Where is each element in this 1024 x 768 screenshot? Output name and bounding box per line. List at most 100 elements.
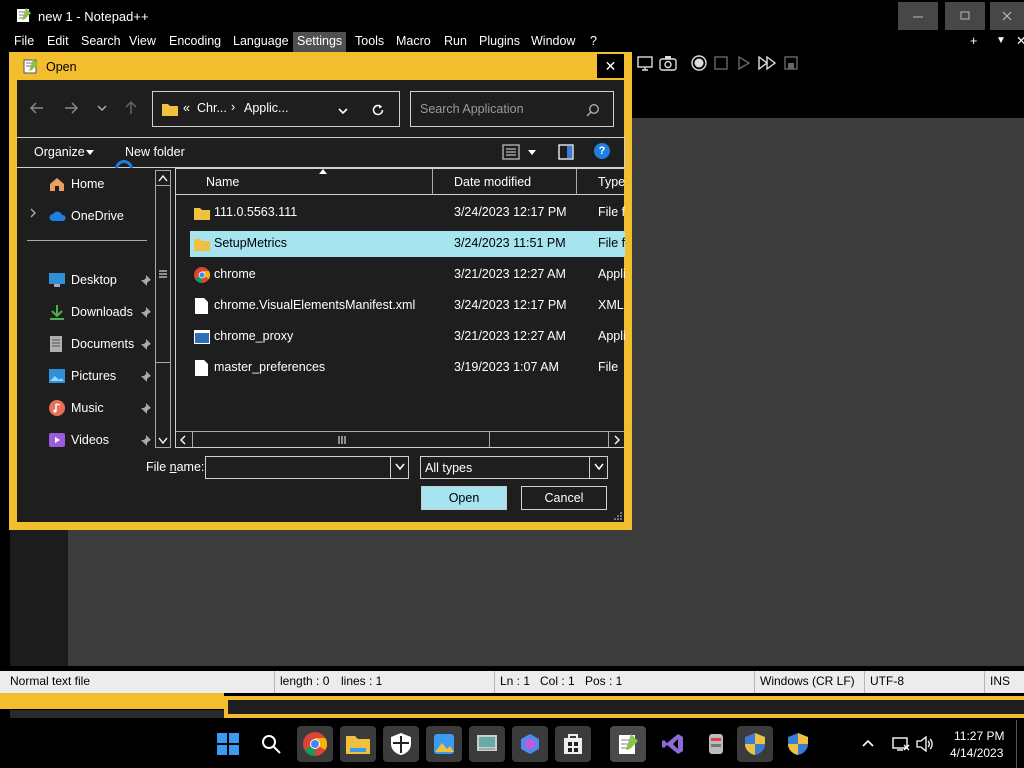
monitor-icon[interactable]	[636, 54, 654, 72]
expand-chevron-icon[interactable]	[29, 208, 37, 218]
menu-edit[interactable]: Edit	[43, 32, 73, 52]
nav-scrollbar[interactable]	[155, 170, 171, 448]
recent-locations-chevron-icon[interactable]	[96, 102, 108, 114]
maximize-button[interactable]	[945, 2, 985, 30]
file-explorer-taskbar-button[interactable]	[340, 726, 376, 762]
app-taskbar-button[interactable]	[698, 726, 734, 762]
file-type-dropdown[interactable]	[589, 456, 608, 479]
menu-language[interactable]: Language	[229, 32, 293, 52]
back-arrow-icon[interactable]	[29, 100, 45, 116]
tab-list-dropdown-icon[interactable]: ▼	[992, 32, 1010, 52]
scroll-up-icon[interactable]	[158, 174, 168, 182]
network-icon[interactable]	[892, 736, 910, 752]
scroll-left-icon[interactable]	[179, 435, 187, 445]
menu-help[interactable]: ?	[586, 32, 601, 52]
nav-item-pictures[interactable]: Pictures	[45, 367, 153, 389]
preview-pane-icon[interactable]	[558, 144, 574, 160]
nav-item-documents[interactable]: Documents	[45, 335, 153, 357]
search-box[interactable]: Search Application	[410, 91, 614, 127]
column-date-modified[interactable]: Date modified	[454, 175, 531, 189]
volume-icon[interactable]	[916, 736, 934, 752]
horizontal-scrollbar[interactable]	[176, 431, 625, 447]
open-button[interactable]: Open	[421, 486, 507, 510]
scroll-down-icon[interactable]	[158, 437, 168, 445]
store-taskbar-button[interactable]	[555, 726, 591, 762]
photos-taskbar-button[interactable]	[426, 726, 462, 762]
notepad-plus-plus-taskbar-button[interactable]	[610, 726, 646, 762]
clock-date[interactable]: 4/14/2023	[950, 746, 1003, 760]
menu-settings[interactable]: Settings	[293, 32, 347, 52]
address-dropdown-chevron-icon[interactable]	[337, 105, 349, 117]
column-name[interactable]: Name	[206, 175, 239, 189]
nav-item-downloads[interactable]: Downloads	[45, 303, 153, 325]
security-taskbar-button[interactable]	[383, 726, 419, 762]
help-icon[interactable]: ?	[594, 143, 610, 159]
file-name-input[interactable]	[205, 456, 409, 479]
copilot-taskbar-button[interactable]	[512, 726, 548, 762]
scroll-thumb[interactable]	[156, 185, 170, 363]
show-hidden-icons-chevron[interactable]	[862, 738, 874, 748]
menu-macro[interactable]: Macro	[392, 32, 435, 52]
refresh-icon[interactable]	[371, 103, 385, 117]
up-arrow-icon[interactable]	[123, 100, 139, 116]
menu-encoding[interactable]: Encoding	[165, 32, 225, 52]
file-row[interactable]: chrome_proxy 3/21/2023 12:27 AM Applic	[190, 324, 625, 350]
menu-plugins[interactable]: Plugins	[475, 32, 524, 52]
show-desktop-strip[interactable]	[1016, 720, 1024, 768]
status-encoding[interactable]: UTF-8	[870, 674, 904, 688]
menu-window[interactable]: Window	[527, 32, 579, 52]
forward-arrow-icon[interactable]	[63, 100, 79, 116]
menu-tools[interactable]: Tools	[351, 32, 388, 52]
nav-item-music[interactable]: Music	[45, 399, 153, 421]
breadcrumb-overflow[interactable]: «	[183, 101, 190, 115]
new-folder-button[interactable]: New folder	[125, 145, 185, 159]
scroll-right-icon[interactable]	[613, 435, 621, 445]
close-window-button[interactable]	[990, 2, 1024, 30]
visual-studio-taskbar-button[interactable]	[655, 726, 691, 762]
run-macro-multiple-icon[interactable]	[756, 54, 778, 72]
clock-time[interactable]: 11:27 PM	[954, 729, 1004, 743]
minimize-button[interactable]	[898, 2, 938, 30]
view-options-icon[interactable]	[502, 144, 520, 160]
control-panel-taskbar-button[interactable]	[469, 726, 505, 762]
close-tab-icon[interactable]: ✕	[1012, 32, 1024, 52]
file-name-dropdown[interactable]	[390, 456, 409, 479]
h-scroll-thumb[interactable]	[192, 432, 490, 447]
uac-shield-taskbar-button[interactable]	[737, 726, 773, 762]
save-macro-icon[interactable]	[782, 54, 800, 72]
breadcrumb-chrome[interactable]: Chr...	[197, 101, 227, 115]
file-row[interactable]: chrome 3/21/2023 12:27 AM Applic	[190, 262, 625, 288]
status-eol[interactable]: Windows (CR LF)	[760, 674, 855, 688]
menu-search[interactable]: Search	[77, 32, 125, 52]
view-dropdown-icon[interactable]	[528, 150, 536, 156]
chrome-taskbar-button[interactable]	[297, 726, 333, 762]
play-macro-icon[interactable]	[734, 54, 752, 72]
camera-icon[interactable]	[658, 54, 678, 72]
stop-macro-icon[interactable]	[712, 54, 730, 72]
nav-item-videos[interactable]: Videos	[45, 431, 153, 453]
nav-item-home[interactable]: Home	[45, 175, 153, 197]
record-macro-icon[interactable]	[690, 54, 708, 72]
file-row[interactable]: chrome.VisualElementsManifest.xml 3/24/2…	[190, 293, 625, 319]
menu-file[interactable]: File	[10, 32, 38, 52]
file-row[interactable]: master_preferences 3/19/2023 1:07 AM Fil…	[190, 355, 625, 381]
menu-view[interactable]: View	[125, 32, 160, 52]
search-taskbar-button[interactable]	[253, 726, 289, 762]
dialog-close-button[interactable]: ✕	[597, 54, 624, 78]
column-type[interactable]: Type	[598, 175, 625, 189]
breadcrumb-application[interactable]: Applic...	[244, 101, 288, 115]
new-tab-plus-icon[interactable]: +	[966, 32, 981, 52]
nav-item-onedrive[interactable]: OneDrive	[45, 207, 153, 229]
uac-shield-2-taskbar-button[interactable]	[780, 726, 816, 762]
address-bar[interactable]: « Chr... › Applic...	[152, 91, 400, 127]
organize-dropdown-icon[interactable]	[86, 150, 94, 156]
search-icon[interactable]	[586, 103, 600, 117]
file-row[interactable]: 111.0.5563.111 3/24/2023 12:17 PM File f…	[190, 200, 625, 226]
start-button[interactable]	[210, 726, 246, 762]
menu-run[interactable]: Run	[440, 32, 471, 52]
status-insert-mode[interactable]: INS	[990, 674, 1010, 688]
resize-grip-icon[interactable]	[613, 511, 623, 521]
nav-item-desktop[interactable]: Desktop	[45, 271, 153, 293]
cancel-button[interactable]: Cancel	[521, 486, 607, 510]
file-type-select[interactable]: All types	[420, 456, 608, 479]
